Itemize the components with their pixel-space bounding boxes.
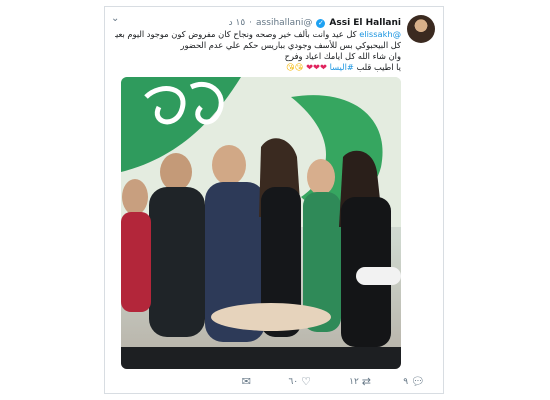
- tweet-header: Assi El Hallani ✓ @assihallani · ١٥ د: [115, 16, 401, 30]
- tweet-actions: 💬︎ ٩ ⇄ ١٢ ♡ ٦٠ ✉: [105, 376, 443, 392]
- retweet-count: ١٢: [349, 376, 359, 387]
- tweet-text-line-2: كل البيحبوكي بس للأسف وجودي بباريس حكم ع…: [180, 40, 401, 50]
- tweet-text-segment: كل عيد وانت بألف خير وصحه ونجاح كان مفرو…: [115, 29, 357, 39]
- tweet-photo[interactable]: [121, 77, 401, 369]
- tweet-text: @elissakh كل عيد وانت بألف خير وصحه ونجا…: [115, 29, 401, 73]
- display-name[interactable]: Assi El Hallani: [329, 18, 401, 28]
- user-handle[interactable]: @assihallani: [256, 18, 312, 28]
- photo-illustration: [121, 77, 401, 369]
- verified-icon: ✓: [316, 18, 326, 28]
- person-face: [212, 145, 246, 185]
- hands-cluster: [211, 303, 331, 331]
- like-count: ٦٠: [288, 376, 299, 387]
- heart-icon: ♡: [301, 375, 311, 388]
- envelope-icon: ✉: [241, 375, 251, 388]
- tweet-text-segment: يا اطيب قلب: [353, 62, 401, 72]
- person-face: [307, 159, 335, 195]
- kiss-emoji: 😘😘: [286, 62, 304, 72]
- mention-link[interactable]: @elissakh: [359, 29, 401, 39]
- reply-count: ٩: [403, 376, 409, 387]
- tweet-text-line-1: @elissakh كل عيد وانت بألف خير وصحه ونجا…: [115, 29, 401, 40]
- avatar[interactable]: [407, 15, 435, 43]
- dm-action[interactable]: ✉: [242, 376, 251, 387]
- tweet-text-line-4: يا اطيب قلب #اليسا ❤❤❤ 😘😘: [115, 62, 401, 73]
- person-face: [122, 179, 148, 215]
- white-sleeve: [356, 267, 401, 285]
- retweet-action[interactable]: ⇄ ١٢: [349, 376, 371, 387]
- person-suit: [149, 187, 205, 337]
- table-foreground: [121, 347, 401, 369]
- person-dress: [121, 212, 151, 312]
- separator-dot: ·: [249, 18, 253, 28]
- reply-action[interactable]: 💬︎ ٩: [403, 376, 425, 387]
- reply-icon: 💬︎: [411, 375, 425, 388]
- like-action[interactable]: ♡ ٦٠: [288, 376, 311, 387]
- tweet-text-line-3: وان شاء الله كل ايامك اعياد وفرح: [284, 51, 401, 61]
- hearts-emoji: ❤❤❤: [306, 62, 327, 72]
- hashtag-link[interactable]: #اليسا: [330, 62, 354, 72]
- person-face: [160, 153, 192, 191]
- timestamp[interactable]: ١٥ د: [229, 18, 246, 28]
- retweet-icon: ⇄: [361, 375, 371, 388]
- tweet-card[interactable]: ⌄ Assi El Hallani ✓ @assihallani · ١٥ د …: [104, 6, 444, 394]
